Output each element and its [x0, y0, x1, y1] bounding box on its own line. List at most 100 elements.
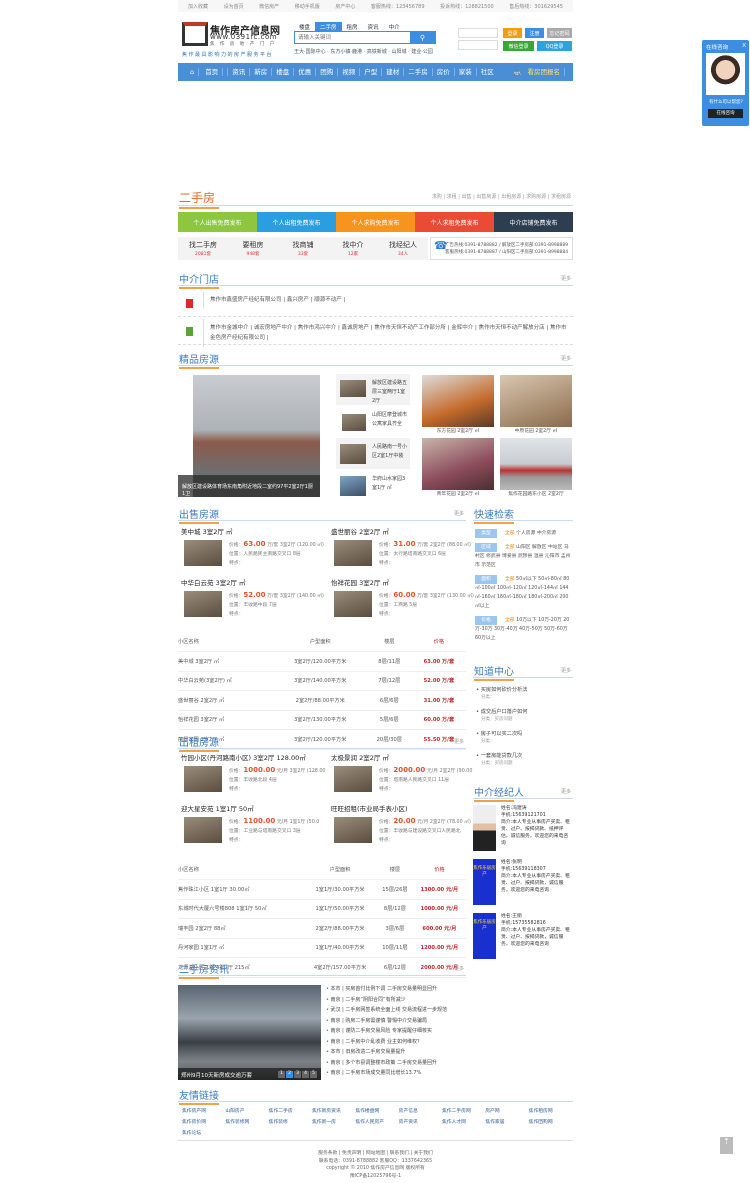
friend-link[interactable]: 焦作人民房产: [355, 1118, 398, 1125]
hot-keywords[interactable]: 王大·国际中心 · 东方小镇·鹿港 · 高铁新城 · 山阳城 · 建业·公园: [294, 48, 433, 55]
listing-title[interactable]: 太极景润 2室2厅 ㎡: [331, 752, 389, 762]
table-row[interactable]: 丹河家园 1室1厅 ㎡ 1室1厅/40.00平方米 10层/11层 1200.00 元…: [178, 938, 466, 958]
table-row[interactable]: 瑞丰园 2室2厅 88㎡ 2室2厅/88.00平方米 3层/6层 600.00 元/月: [178, 918, 466, 939]
table-row[interactable]: 怡祥花园 3室2厅 ㎡ 3室2厅/130.00平方米 5层/6层 60.00 万/套: [178, 710, 466, 730]
friend-link[interactable]: 焦作二手房: [269, 1107, 312, 1114]
find-agency[interactable]: 找中介 12家: [328, 237, 378, 260]
listing-title[interactable]: 怡祥花园 3室2厅 ㎡: [331, 577, 389, 587]
know-item[interactable]: • 房子可以买二次吗 分类：: [476, 730, 573, 746]
table-row[interactable]: 美中城 3室2厅 ㎡ 3室2厅/120.00平方米 8层/11层 63.00 万/套: [178, 651, 466, 672]
featured-photo[interactable]: 焦作花园路东小区 2室2厅: [500, 438, 572, 497]
site-logo[interactable]: 焦作房产信息网 www.0391fc.com 焦 作 房 地 产 门 户 焦作最…: [182, 22, 292, 60]
more-link[interactable]: 更多: [561, 788, 571, 795]
nav-item[interactable]: 建材: [382, 68, 405, 76]
featured-photo[interactable]: 东方花园 2室2厅 ㎡: [422, 375, 494, 434]
search-input[interactable]: [295, 32, 410, 43]
news-item[interactable]: 南京 | 二手房“阴阳合同”有所减少: [326, 995, 466, 1006]
table-row[interactable]: 中华白云苑(3室2厅) ㎡ 3室2厅/140.00平方米 7层/12层 52.00 万…: [178, 671, 466, 691]
listing-title[interactable]: 中华白云苑 3室2厅 ㎡: [181, 577, 245, 587]
forgot-password-button[interactable]: 忘记密码: [547, 28, 572, 38]
listing-title[interactable]: 旺旺招租(市业局手表小区): [331, 803, 408, 813]
agent-card[interactable]: 焦作乐居房产 姓名:王丽 手机:15735582816 简介:本人专业从事房产买卖、租…: [473, 913, 573, 961]
table-cell[interactable]: 丹河家园 1室1厅 ㎡: [178, 938, 304, 958]
footer-links[interactable]: 服务条款 | 免责声明 | 网站地图 | 联系我们 | 关于我们: [178, 1150, 573, 1158]
top-link[interactable]: 设为首页: [224, 3, 244, 10]
listing-photo[interactable]: [334, 817, 372, 843]
more-link[interactable]: 更多: [454, 738, 464, 745]
nav-item[interactable]: 视频: [338, 68, 361, 76]
publish-buy-button[interactable]: 个人求购免费发布: [336, 212, 415, 232]
featured-list-item[interactable]: 山阳区摩登城市公寓家具齐全: [336, 406, 410, 437]
slide-page-button[interactable]: 3: [294, 1071, 301, 1078]
top-link[interactable]: 房产中心: [335, 3, 355, 10]
featured-list-item[interactable]: 华府山水家园3室1厅 ㎡: [336, 470, 410, 501]
slide-page-button[interactable]: 4: [302, 1071, 309, 1078]
friend-link[interactable]: 房产资讯: [399, 1118, 442, 1125]
listing-photo[interactable]: [184, 540, 222, 566]
featured-list-item[interactable]: 解放区建设路五层三室两厅1室2厅: [336, 374, 410, 405]
listing-title[interactable]: 美中城 3室2厅 ㎡: [181, 526, 232, 536]
find-shop[interactable]: 找商铺 33套: [278, 237, 328, 260]
friend-link[interactable]: 焦作租房网: [529, 1107, 572, 1114]
quick-all[interactable]: 全部: [505, 545, 515, 550]
featured-list-item[interactable]: 人民路南一号小区2室1厅中装: [336, 438, 410, 469]
table-cell[interactable]: 美中城 3室2厅 ㎡: [178, 651, 274, 672]
news-item[interactable]: 武汉 | 二手房网签系统全面上线 交易流程进一步规范: [326, 1005, 466, 1016]
listing-title[interactable]: 迎大星安苑 1室1厅 50㎡: [181, 803, 254, 813]
listing-card[interactable]: 美中城 3室2厅 ㎡ 价格：63.00 万/套 3室2厅 (120.00 ㎡) …: [181, 526, 324, 574]
slide-page-button[interactable]: 1: [278, 1071, 285, 1078]
login-button[interactable]: 登录: [503, 28, 522, 38]
close-icon[interactable]: X: [742, 43, 746, 49]
agent-card[interactable]: 焦作乐居房产 姓名:张明 手机:15639118307 简介:本人专业从事房产买卖、租…: [473, 859, 573, 907]
know-question[interactable]: 成交后户口落户如何: [481, 709, 528, 715]
more-link[interactable]: 更多: [561, 355, 571, 362]
friend-link[interactable]: 焦作二手房网: [442, 1107, 485, 1114]
listing-card[interactable]: 竹园小区(丹河路南小区) 3室2厅 128.00㎡ 价格：1000.00 元/月…: [181, 752, 325, 800]
wechat-login-button[interactable]: 微信登录: [503, 41, 534, 51]
publish-seek-rent-button[interactable]: 个人求租免费发布: [415, 212, 494, 232]
table-row[interactable]: 焦作珠江小区 1室1厅 30.00㎡ 1室1厅/30.00平方米 15层/26层 13…: [178, 879, 466, 900]
consult-button[interactable]: 在线咨询: [708, 109, 743, 118]
quick-all[interactable]: 全部: [505, 577, 515, 582]
listing-title[interactable]: 盛世丽谷 2室2厅 ㎡: [331, 526, 389, 536]
table-cell[interactable]: 盛世丽谷 2室2厅 ㎡: [178, 690, 274, 711]
listing-photo[interactable]: [184, 591, 222, 617]
tour-signup-link[interactable]: 🚌 看房团报名: [509, 68, 569, 76]
news-item[interactable]: 南京 | 购房二手房需谨慎 警惕中介交易骗局: [326, 1016, 466, 1027]
friend-link[interactable]: 焦作装修: [269, 1118, 312, 1125]
nav-item[interactable]: 户型: [360, 68, 383, 76]
nav-item[interactable]: 楼盘: [272, 68, 295, 76]
quick-all[interactable]: 全部: [505, 531, 515, 536]
listing-card[interactable]: 盛世丽谷 2室2厅 ㎡ 价格：31.00 万/套 2室2厅 (88.00 ㎡) …: [331, 526, 471, 574]
featured-photo[interactable]: 中原花园 2室2厅 ㎡: [500, 375, 572, 434]
listing-card[interactable]: 怡祥花园 3室2厅 ㎡ 价格：60.00 万/套 3室2厅 (130.00 ㎡)…: [331, 577, 474, 625]
more-link[interactable]: 更多: [454, 965, 464, 972]
search-button[interactable]: ⚲: [410, 32, 435, 43]
nav-item[interactable]: 新房: [250, 68, 273, 76]
publish-sale-button[interactable]: 个人出售免费发布: [178, 212, 257, 232]
friend-link[interactable]: 焦作楼盘网: [355, 1107, 398, 1114]
slide-page-button[interactable]: 5: [310, 1071, 317, 1078]
friend-link[interactable]: 焦作新房资讯: [312, 1107, 355, 1114]
find-agent[interactable]: 找经纪人 34人: [378, 237, 428, 260]
find-rent[interactable]: 要租房 948套: [228, 237, 278, 260]
listing-photo[interactable]: [334, 540, 372, 566]
know-question[interactable]: 房子可以买二次吗: [481, 731, 523, 737]
slide-page-button[interactable]: 2: [286, 1071, 293, 1078]
know-item[interactable]: • 买房如何砍价分析法 分类：: [476, 686, 573, 702]
more-link[interactable]: 更多: [561, 667, 571, 674]
friend-link[interactable]: 焦作人才网: [442, 1118, 485, 1125]
know-item[interactable]: • 一套房能贷款几次 分类：买房问题: [476, 752, 573, 768]
table-cell[interactable]: 东城时代大厦六号楼808 1室1厅 50㎡: [178, 899, 304, 919]
top-link[interactable]: 加入收藏: [188, 3, 208, 10]
agency-links[interactable]: 焦作市金城中介 | 诚宏房地产中介 | 焦作市鸿兴中介 | 鑫诚房地产 | 焦作…: [203, 319, 573, 347]
featured-photo[interactable]: 青年花园 2室2厅 ㎡: [422, 438, 494, 497]
password-input[interactable]: [458, 40, 498, 50]
listing-title[interactable]: 竹园小区(丹河路南小区) 3室2厅 128.00㎡: [181, 752, 306, 762]
table-row[interactable]: 盛世丽谷 2室2厅 ㎡ 2室2厅/88.00平方米 6层/6层 31.00 万/套: [178, 690, 466, 711]
listing-photo[interactable]: [334, 591, 372, 617]
news-item[interactable]: 南京 | 多个市县调整楼市政策 二手房交易量回升: [326, 1058, 466, 1069]
friend-link[interactable]: 山阳房产: [225, 1107, 268, 1114]
find-esf[interactable]: 找二手房 2081套: [178, 237, 228, 260]
agency-links[interactable]: 焦作市鑫盛房产经纪有限公司 | 鑫兴房产 | 顺源不动产 |: [203, 291, 573, 309]
